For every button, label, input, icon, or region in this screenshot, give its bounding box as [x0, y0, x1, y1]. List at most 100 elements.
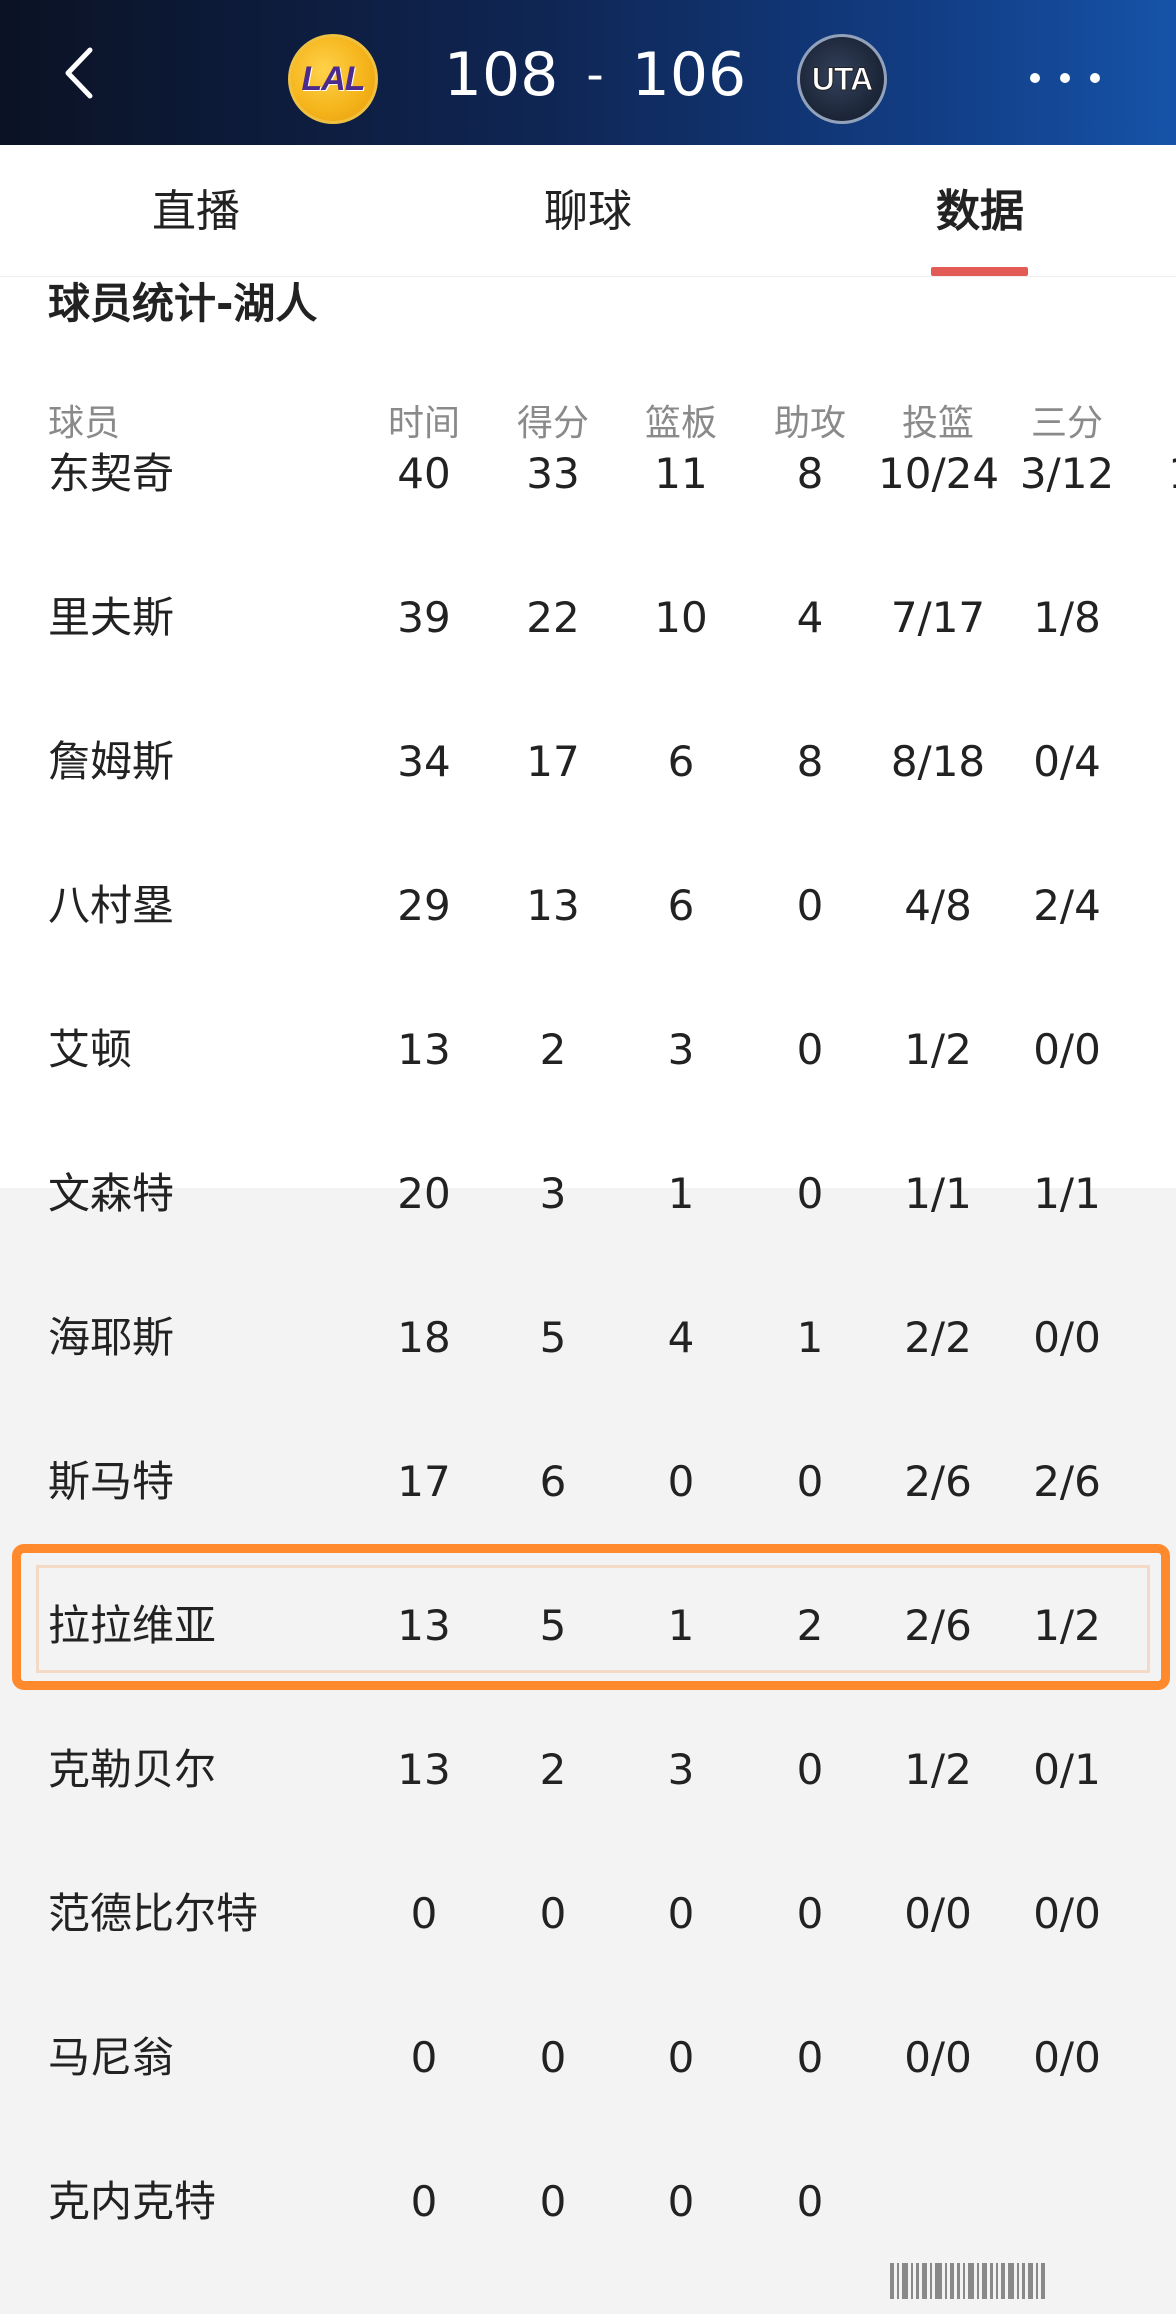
stat-min: 18	[397, 1313, 451, 1362]
home-team-abbr: LAL	[301, 59, 365, 98]
tab-chat[interactable]: 聊球	[488, 175, 688, 245]
table-row[interactable]: 东契奇 40 33 11 8 10/24 3/12 10	[0, 402, 1176, 546]
more-options-button[interactable]	[1030, 58, 1100, 98]
player-name[interactable]: 海耶斯	[48, 1266, 174, 1410]
stat-tp: 3/12	[1019, 449, 1115, 498]
stat-pts: 3	[539, 1169, 567, 1218]
stat-fg: 1/2	[904, 1745, 972, 1794]
table-row[interactable]: 文森特 20 3 1 0 1/1 1/1 0	[0, 1122, 1176, 1266]
stat-ast: 0	[796, 1457, 824, 1506]
stat-ast: 0	[796, 1169, 824, 1218]
back-button[interactable]	[48, 38, 118, 108]
stat-reb: 1	[667, 1169, 695, 1218]
stat-reb: 3	[667, 1025, 695, 1074]
stat-ast: 8	[796, 737, 824, 786]
stat-reb: 0	[667, 1457, 695, 1506]
tab-stats[interactable]: 数据	[880, 175, 1080, 245]
table-row[interactable]: 克内克特 0 0 0 0 0	[0, 2130, 1176, 2274]
stat-min: 0	[410, 1889, 438, 1938]
player-name[interactable]: 文森特	[48, 1122, 174, 1266]
away-score: 106	[631, 40, 747, 110]
stat-reb: 4	[667, 1313, 695, 1362]
table-row[interactable]: 马尼翁 0 0 0 0 0/0 0/0 0	[0, 1986, 1176, 2130]
stat-tp: 0/0	[1033, 1889, 1101, 1938]
stat-tp	[1007, 2130, 1127, 2274]
stat-tp: 0/0	[1033, 1025, 1101, 1074]
stat-reb: 0	[667, 2033, 695, 2082]
player-name[interactable]: 克内克特	[48, 2130, 216, 2274]
stat-fg: 2/6	[904, 1457, 972, 1506]
stat-pts: 33	[526, 449, 580, 498]
scoreboard: 108 - 106	[420, 35, 770, 115]
stat-ft: 1	[1135, 1266, 1176, 1410]
stat-pts: 22	[526, 593, 580, 642]
stat-tp: 2/4	[1033, 881, 1101, 930]
tab-bar: 直播 聊球 数据	[0, 145, 1176, 277]
table-row[interactable]: 八村塁 29 13 6 0 4/8 2/4 3	[0, 834, 1176, 978]
stat-reb: 10	[654, 593, 708, 642]
stat-fg: 0/0	[904, 1889, 972, 1938]
dot-icon	[1030, 73, 1040, 83]
stat-pts: 2	[539, 1745, 567, 1794]
stat-min: 17	[397, 1457, 451, 1506]
stat-ast: 1	[796, 1313, 824, 1362]
player-name[interactable]: 艾顿	[48, 978, 132, 1122]
stat-tp: 0/4	[1033, 737, 1101, 786]
stat-fg: 1/2	[904, 1025, 972, 1074]
table-row[interactable]: 里夫斯 39 22 10 4 7/17 1/8 7	[0, 546, 1176, 690]
chevron-left-icon	[65, 47, 93, 99]
tab-live[interactable]: 直播	[96, 175, 296, 245]
table-row[interactable]: 艾顿 13 2 3 0 1/2 0/0 0	[0, 978, 1176, 1122]
player-name[interactable]: 范德比尔特	[48, 1842, 258, 1986]
player-name[interactable]: 马尼翁	[48, 1986, 174, 2130]
row-highlight-box	[12, 1544, 1170, 1690]
stat-ast: 8	[796, 449, 824, 498]
stat-ft: 0	[1135, 1986, 1176, 2130]
stat-min: 0	[410, 2033, 438, 2082]
section-title: 球员统计-湖人	[48, 279, 318, 328]
table-row[interactable]: 斯马特 17 6 0 0 2/6 2/6 0	[0, 1410, 1176, 1554]
player-name[interactable]: 八村塁	[48, 834, 174, 978]
stat-ast: 0	[796, 1889, 824, 1938]
table-row[interactable]: 海耶斯 18 5 4 1 2/2 0/0 1	[0, 1266, 1176, 1410]
stat-min: 20	[397, 1169, 451, 1218]
stat-ft: 0	[1135, 1410, 1176, 1554]
stat-tp: 1/1	[1033, 1169, 1101, 1218]
home-team-logo[interactable]: LAL	[288, 34, 378, 124]
table-row[interactable]: 克勒贝尔 13 2 3 0 1/2 0/1 0	[0, 1698, 1176, 1842]
away-team-logo[interactable]: UTA	[797, 34, 887, 124]
stat-ft: 0	[1135, 1122, 1176, 1266]
stat-pts: 2	[539, 1025, 567, 1074]
dot-icon	[1060, 73, 1070, 83]
stat-fg: 4/8	[904, 881, 972, 930]
player-name[interactable]: 里夫斯	[48, 546, 174, 690]
stat-ast: 0	[796, 1025, 824, 1074]
player-name[interactable]: 詹姆斯	[48, 690, 174, 834]
stat-tp: 1/8	[1033, 593, 1101, 642]
stat-reb: 11	[654, 449, 708, 498]
stat-ast: 0	[796, 2177, 824, 2226]
stat-ast: 0	[796, 1745, 824, 1794]
score-separator: -	[586, 47, 604, 103]
stat-fg	[878, 2130, 998, 2274]
stat-reb: 6	[667, 881, 695, 930]
away-team-abbr: UTA	[811, 60, 873, 97]
player-name[interactable]: 克勒贝尔	[48, 1698, 216, 1842]
active-tab-indicator	[931, 267, 1028, 276]
stat-min: 0	[410, 2177, 438, 2226]
stat-ft: 7	[1135, 546, 1176, 690]
game-header: LAL 108 - 106 UTA	[0, 0, 1176, 145]
stat-tp: 0/1	[1033, 1745, 1101, 1794]
stat-ft: 10	[1135, 402, 1176, 546]
player-name[interactable]: 东契奇	[48, 402, 174, 546]
stat-reb: 0	[667, 2177, 695, 2226]
stat-ast: 0	[796, 2033, 824, 2082]
stat-pts: 0	[539, 1889, 567, 1938]
stat-ast: 4	[796, 593, 824, 642]
stat-min: 39	[397, 593, 451, 642]
stat-fg: 8/18	[890, 737, 986, 786]
table-row[interactable]: 詹姆斯 34 17 6 8 8/18 0/4 1	[0, 690, 1176, 834]
stat-pts: 6	[539, 1457, 567, 1506]
player-name[interactable]: 斯马特	[48, 1410, 174, 1554]
table-row[interactable]: 范德比尔特 0 0 0 0 0/0 0/0	[0, 1842, 1176, 1986]
